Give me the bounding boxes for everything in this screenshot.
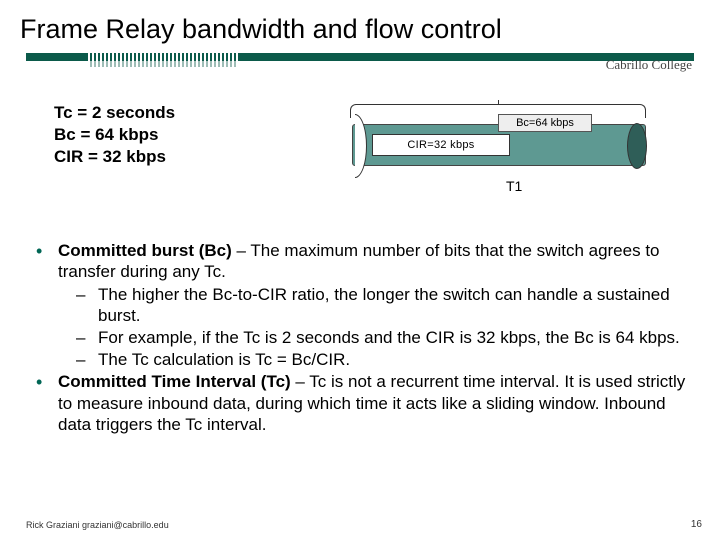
bullet-tc: • Committed Time Interval (Tc) – Tc is n…: [36, 371, 692, 434]
body-content: • Committed burst (Bc) – The maximum num…: [36, 240, 692, 437]
term-tc: Committed Time Interval (Tc): [58, 372, 291, 391]
bullet-dot-icon: •: [36, 371, 58, 434]
param-tc: Tc = 2 seconds: [54, 102, 175, 124]
dash-icon: –: [76, 284, 98, 326]
sub-text-3: The Tc calculation is Tc = Bc/CIR.: [98, 349, 692, 370]
bullet-tc-text: Committed Time Interval (Tc) – Tc is not…: [58, 371, 692, 434]
bullet-bc-text: Committed burst (Bc) – The maximum numbe…: [58, 240, 692, 282]
slide-title: Frame Relay bandwidth and flow control: [0, 0, 720, 53]
parameter-block: Tc = 2 seconds Bc = 64 kbps CIR = 32 kbp…: [54, 102, 175, 167]
page-number: 16: [691, 519, 702, 530]
bandwidth-diagram: Bc=64 kbps CIR=32 kbps T1: [326, 100, 666, 200]
sub-item: – The Tc calculation is Tc = Bc/CIR.: [76, 349, 692, 370]
sub-item: – For example, if the Tc is 2 seconds an…: [76, 327, 692, 348]
divider-hatch: [88, 53, 238, 67]
sub-text-2: For example, if the Tc is 2 seconds and …: [98, 327, 692, 348]
bullet-bc: • Committed burst (Bc) – The maximum num…: [36, 240, 692, 282]
param-cir: CIR = 32 kbps: [54, 146, 175, 168]
param-bc: Bc = 64 kbps: [54, 124, 175, 146]
college-brand: Cabrillo College: [606, 57, 692, 73]
term-bc: Committed burst (Bc): [58, 241, 232, 260]
sub-text-1: The higher the Bc-to-CIR ratio, the long…: [98, 284, 692, 326]
pipe-end-right: [627, 123, 647, 169]
header-divider: Cabrillo College: [26, 53, 694, 75]
dash-icon: –: [76, 327, 98, 348]
link-label: T1: [506, 178, 522, 194]
bullet-dot-icon: •: [36, 240, 58, 282]
sub-item: – The higher the Bc-to-CIR ratio, the lo…: [76, 284, 692, 326]
footer-author: Rick Graziani graziani@cabrillo.edu: [26, 520, 169, 530]
bc-label-box: Bc=64 kbps: [498, 114, 592, 132]
cir-label-box: CIR=32 kbps: [372, 134, 510, 156]
dash-icon: –: [76, 349, 98, 370]
pipe-end-left: [343, 114, 367, 178]
